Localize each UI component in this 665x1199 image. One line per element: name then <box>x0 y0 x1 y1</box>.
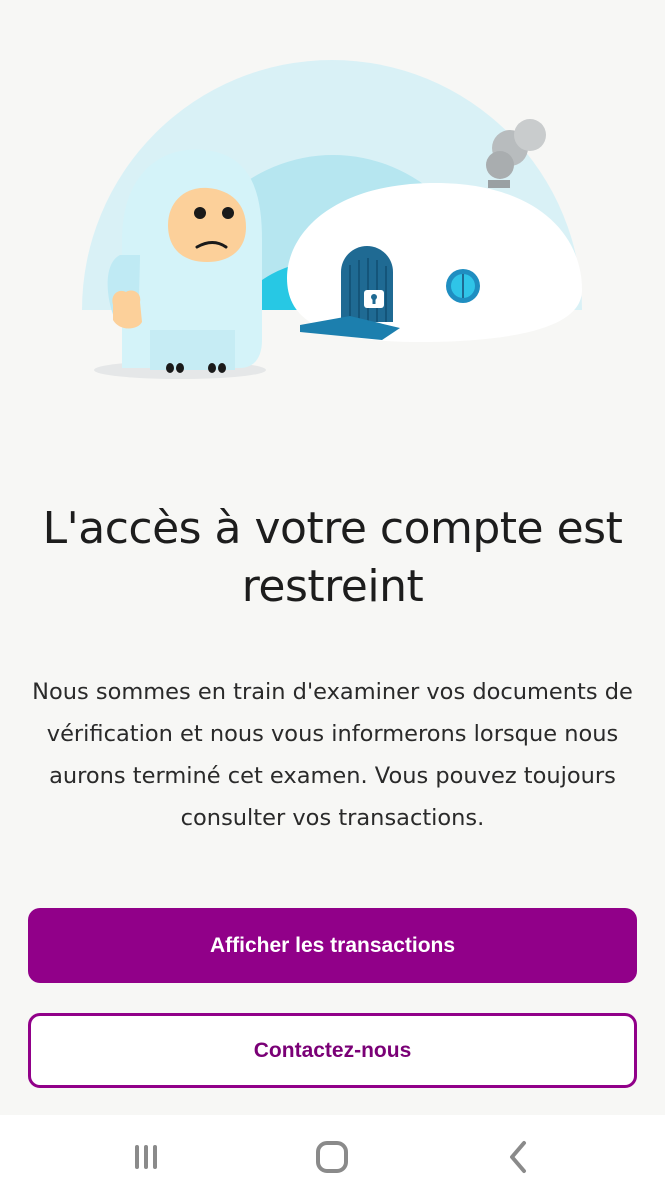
description-text: Nous sommes en train d'examiner vos docu… <box>32 679 633 831</box>
recent-apps-icon[interactable] <box>124 1137 168 1177</box>
contact-us-button[interactable]: Contactez-nous <box>28 1013 637 1088</box>
back-icon[interactable] <box>496 1137 540 1177</box>
home-icon[interactable] <box>310 1137 354 1177</box>
system-navigation-bar <box>0 1115 665 1199</box>
locked-account-illustration <box>82 60 582 379</box>
view-transactions-button[interactable]: Afficher les transactions <box>28 908 637 983</box>
page-title: L'accès à votre compte est restreint <box>42 503 623 612</box>
